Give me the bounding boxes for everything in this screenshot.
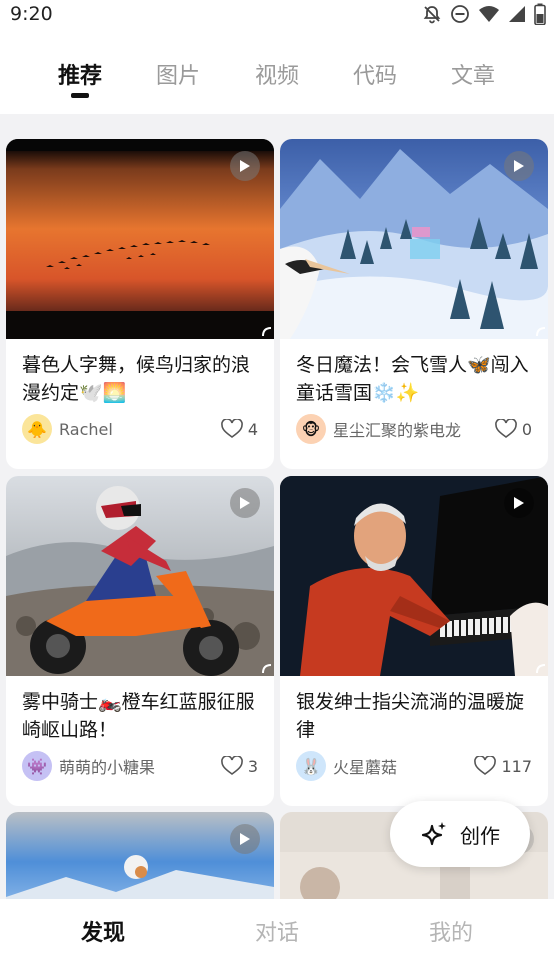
create-button-label: 创作 xyxy=(460,823,500,848)
status-time: 9:20 xyxy=(10,3,53,25)
corner-mark-icon xyxy=(262,664,272,674)
bottom-navigation: 发现 对话 我的 xyxy=(0,899,554,979)
author-name[interactable]: 萌萌的小糖果 xyxy=(59,754,221,778)
like-count: 0 xyxy=(521,419,532,439)
tab-articles[interactable]: 文章 xyxy=(443,58,503,90)
play-icon[interactable] xyxy=(504,488,534,518)
sparkle-icon xyxy=(421,822,446,846)
author-name[interactable]: Rachel xyxy=(59,420,221,439)
nav-me[interactable]: 我的 xyxy=(416,915,486,947)
video-thumbnail[interactable] xyxy=(6,139,274,339)
tab-code[interactable]: 代码 xyxy=(345,58,405,90)
nav-discover[interactable]: 发现 xyxy=(68,915,138,947)
play-icon[interactable] xyxy=(230,824,260,854)
avatar[interactable]: 🐥 xyxy=(22,414,52,444)
tab-recommend[interactable]: 推荐 xyxy=(50,58,110,90)
do-not-disturb-icon xyxy=(451,5,469,23)
tab-videos[interactable]: 视频 xyxy=(247,58,307,90)
like-button[interactable]: 3 xyxy=(220,756,258,776)
wifi-icon xyxy=(479,6,499,22)
card-title: 暮色人字舞，候鸟归家的浪漫约定🕊️🌅 xyxy=(22,354,251,404)
feed-card[interactable]: 雾中骑士🏍️橙车红蓝服征服崎岖山路！ 👾 萌萌的小糖果 3 xyxy=(6,476,274,806)
active-tab-indicator xyxy=(71,93,89,98)
video-thumbnail[interactable] xyxy=(280,476,548,676)
author-name[interactable]: 星尘汇聚的紫电龙 xyxy=(333,417,495,441)
author-name[interactable]: 火星蘑菇 xyxy=(333,754,474,778)
video-thumbnail[interactable] xyxy=(280,139,548,339)
avatar[interactable]: 👾 xyxy=(22,751,52,781)
card-title: 冬日魔法！会飞雪人🦋闯入童话雪国❄️✨ xyxy=(296,354,529,404)
skiing-dog-image xyxy=(6,812,274,899)
notifications-off-icon xyxy=(423,6,441,24)
status-bar: 9:20 xyxy=(0,0,554,28)
content-feed[interactable]: 暮色人字舞，候鸟归家的浪漫约定🕊️🌅 🐥 Rachel 4 冬日魔法！会飞雪人🦋… xyxy=(0,114,554,899)
video-thumbnail[interactable] xyxy=(6,812,274,899)
avatar[interactable]: 🐵 xyxy=(296,414,326,444)
play-icon[interactable] xyxy=(230,488,260,518)
heart-icon xyxy=(220,756,243,775)
like-count: 3 xyxy=(247,756,258,776)
like-count: 117 xyxy=(501,756,532,776)
heart-icon xyxy=(494,419,517,438)
video-thumbnail[interactable] xyxy=(6,476,274,676)
tab-images[interactable]: 图片 xyxy=(148,58,208,90)
battery-icon xyxy=(534,3,546,25)
corner-mark-icon xyxy=(262,327,272,337)
card-title: 银发绅士指尖流淌的温暖旋律 xyxy=(296,691,525,741)
like-count: 4 xyxy=(247,419,258,439)
card-meta: 👾 萌萌的小糖果 3 xyxy=(6,746,274,786)
card-title: 雾中骑士🏍️橙车红蓝服征服崎岖山路！ xyxy=(22,691,255,741)
signal-icon xyxy=(509,6,525,22)
heart-icon xyxy=(474,756,497,775)
heart-icon xyxy=(220,419,243,438)
create-button[interactable]: 创作 xyxy=(390,801,530,867)
card-meta: 🐵 星尘汇聚的紫电龙 0 xyxy=(280,409,548,449)
feed-card[interactable]: 暮色人字舞，候鸟归家的浪漫约定🕊️🌅 🐥 Rachel 4 xyxy=(6,139,274,469)
like-button[interactable]: 4 xyxy=(220,419,258,439)
card-meta: 🐰 火星蘑菇 117 xyxy=(280,746,548,786)
card-meta: 🐥 Rachel 4 xyxy=(6,409,274,449)
like-button[interactable]: 117 xyxy=(474,756,532,776)
avatar[interactable]: 🐰 xyxy=(296,751,326,781)
like-button[interactable]: 0 xyxy=(494,419,532,439)
feed-card[interactable] xyxy=(6,812,274,899)
top-tab-bar: 推荐 图片 视频 代码 文章 xyxy=(0,28,554,114)
corner-mark-icon xyxy=(536,664,546,674)
status-icons xyxy=(422,3,546,25)
play-icon[interactable] xyxy=(230,151,260,181)
feed-card[interactable]: 冬日魔法！会飞雪人🦋闯入童话雪国❄️✨ 🐵 星尘汇聚的紫电龙 0 xyxy=(280,139,548,469)
corner-mark-icon xyxy=(536,327,546,337)
feed-card[interactable]: 银发绅士指尖流淌的温暖旋律 🐰 火星蘑菇 117 xyxy=(280,476,548,806)
nav-chat[interactable]: 对话 xyxy=(242,915,312,947)
play-icon[interactable] xyxy=(504,151,534,181)
